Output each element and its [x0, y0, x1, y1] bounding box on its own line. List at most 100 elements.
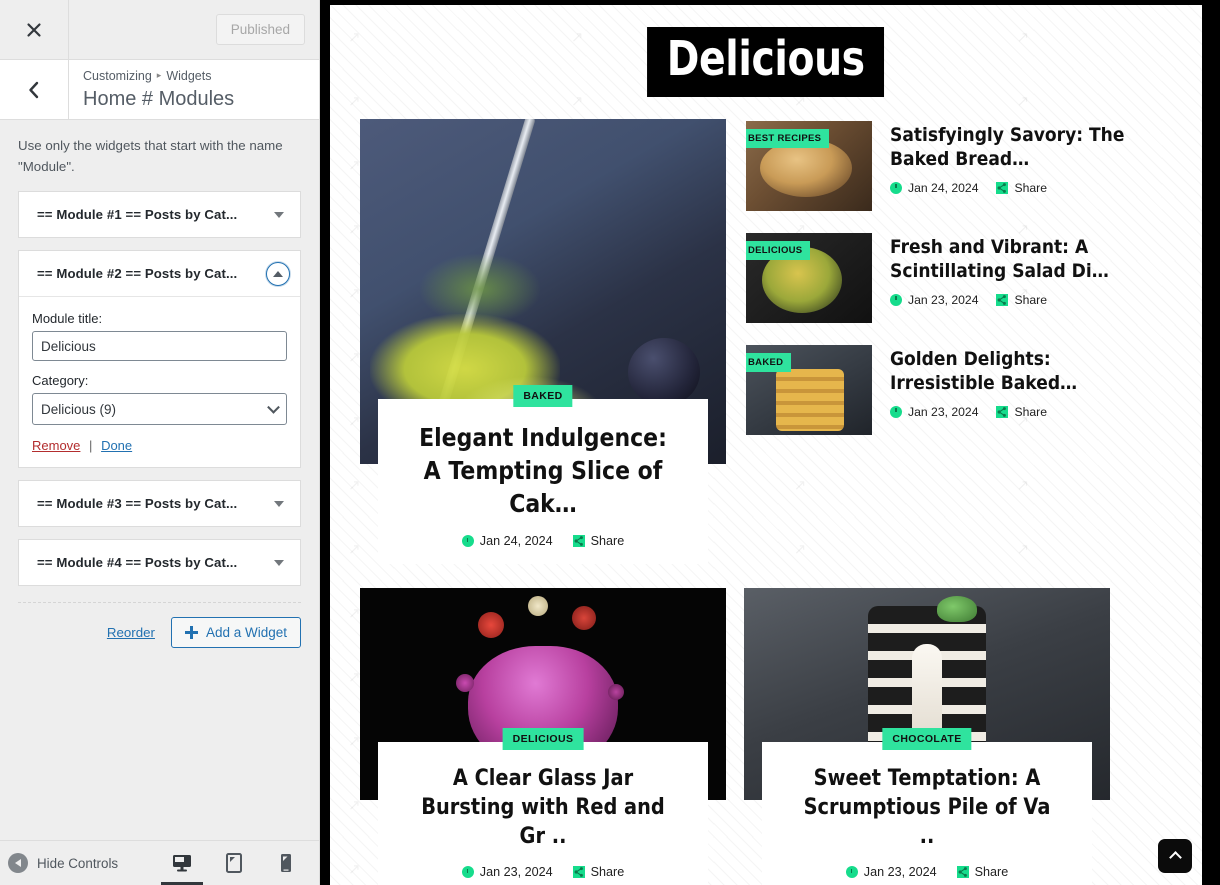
- side-post-date-text: Jan 23, 2024: [908, 404, 979, 419]
- side-post-share-text: Share: [1014, 404, 1048, 419]
- category-select[interactable]: Delicious (9): [32, 393, 287, 426]
- device-preview-switcher: [161, 841, 309, 885]
- side-post-share[interactable]: Share: [996, 405, 1047, 419]
- close-icon[interactable]: [0, 0, 69, 59]
- post-card-badge[interactable]: CHOCOLATE: [882, 728, 972, 750]
- side-post-title[interactable]: Satisfyingly Savory: The Baked Bread…: [890, 123, 1144, 172]
- featured-post-overlay: BAKED Elegant Indulgence: A Tempting Sli…: [378, 385, 708, 564]
- side-post-image: BAKED: [746, 345, 872, 435]
- featured-post-badge[interactable]: BAKED: [513, 385, 573, 407]
- breadcrumb-root[interactable]: Customizing: [83, 67, 152, 86]
- chevron-left-icon[interactable]: [0, 60, 69, 119]
- site-preview[interactable]: ↗ ↗ ↗ ↗ ↗ ↗ ↗ ↗ ↗ ↗ ↗ ↗ ↗ ↗ ↗ ↗ ↗ ↗ ↗ ↗ …: [330, 5, 1202, 885]
- post-card-title[interactable]: Sweet Temptation: A Scrumptious Pile of …: [794, 764, 1060, 851]
- side-post-title[interactable]: Fresh and Vibrant: A Scintillating Salad…: [890, 235, 1144, 284]
- post-card-overlay: DELICIOUS A Clear Glass Jar Bursting wit…: [378, 728, 708, 885]
- side-post-badge[interactable]: DELICIOUS: [746, 241, 811, 260]
- featured-post-title[interactable]: Elegant Indulgence: A Tempting Slice of …: [410, 421, 676, 520]
- side-post-badge[interactable]: BEST RECIPES: [746, 129, 830, 148]
- share-icon: [572, 866, 585, 879]
- featured-post-card[interactable]: BAKED Elegant Indulgence: A Tempting Sli…: [360, 119, 726, 564]
- hide-controls-button[interactable]: Hide Controls: [8, 853, 118, 873]
- post-card-badge[interactable]: DELICIOUS: [502, 728, 584, 750]
- widget-module-4-title: == Module #4 == Posts by Cat...: [37, 555, 238, 571]
- widget-module-3-title: == Module #3 == Posts by Cat...: [37, 496, 238, 512]
- customizer-body: Use only the widgets that start with the…: [0, 120, 319, 840]
- side-post-share-text: Share: [1014, 292, 1048, 307]
- widget-module-2-header[interactable]: == Module #2 == Posts by Cat...: [19, 251, 300, 296]
- list-item[interactable]: DELICIOUS Fresh and Vibrant: A Scintilla…: [746, 233, 1172, 323]
- side-post-title[interactable]: Golden Delights: Irresistible Baked…: [890, 347, 1144, 396]
- breadcrumb-section[interactable]: Widgets: [166, 67, 211, 86]
- module-title-input[interactable]: [32, 331, 287, 362]
- published-button[interactable]: Published: [215, 14, 305, 45]
- category-label: Category:: [32, 373, 89, 389]
- share-icon: [996, 181, 1009, 194]
- post-card-title[interactable]: A Clear Glass Jar Bursting with Red and …: [410, 764, 676, 851]
- featured-post-share[interactable]: Share: [572, 534, 624, 548]
- side-post-text: Satisfyingly Savory: The Baked Bread… Ja…: [890, 121, 1172, 195]
- mobile-preview-icon[interactable]: [271, 841, 301, 885]
- list-item[interactable]: BAKED Golden Delights: Irresistible Bake…: [746, 345, 1172, 435]
- side-post-share-text: Share: [1014, 180, 1048, 195]
- side-post-date: Jan 23, 2024: [890, 293, 978, 307]
- widget-module-4-header[interactable]: == Module #4 == Posts by Cat...: [19, 540, 300, 585]
- scroll-to-top-button[interactable]: [1158, 839, 1192, 873]
- reorder-link[interactable]: Reorder: [107, 625, 155, 640]
- breadcrumb-separator-icon: ▸: [156, 70, 162, 81]
- widget-module-3: == Module #3 == Posts by Cat...: [18, 480, 301, 528]
- widget-module-2-body: Module title: Category: Delicious (9) Re…: [19, 296, 300, 467]
- side-post-share[interactable]: Share: [996, 181, 1047, 195]
- side-post-list: BEST RECIPES Satisfyingly Savory: The Ba…: [746, 119, 1172, 435]
- collapse-arrow-icon: [8, 853, 28, 873]
- bottom-grid: DELICIOUS A Clear Glass Jar Bursting wit…: [360, 588, 1172, 885]
- breadcrumb: Customizing ▸ Widgets: [83, 67, 319, 86]
- chevron-down-icon: [274, 559, 284, 566]
- widget-actions: Remove | Done: [32, 438, 287, 453]
- post-card-share[interactable]: Share: [572, 865, 624, 879]
- side-post-text: Fresh and Vibrant: A Scintillating Salad…: [890, 233, 1172, 307]
- featured-post-meta: Jan 24, 2024 Share: [392, 534, 694, 548]
- widget-footer-actions: Reorder Add a Widget: [18, 602, 301, 649]
- clock-icon: [890, 405, 902, 418]
- widget-module-3-header[interactable]: == Module #3 == Posts by Cat...: [19, 481, 300, 526]
- side-post-badge[interactable]: BAKED: [746, 353, 792, 372]
- widget-module-1: == Module #1 == Posts by Cat...: [18, 191, 301, 239]
- list-item[interactable]: BEST RECIPES Satisfyingly Savory: The Ba…: [746, 121, 1172, 211]
- site-title: Delicious: [647, 27, 885, 97]
- remove-link[interactable]: Remove: [32, 438, 80, 453]
- add-widget-label: Add a Widget: [205, 625, 287, 641]
- customizer-sidebar: Published Customizing ▸ Widgets Home # M…: [0, 0, 320, 885]
- post-card[interactable]: DELICIOUS A Clear Glass Jar Bursting wit…: [360, 588, 726, 885]
- post-card-date: Jan 23, 2024: [461, 865, 553, 879]
- tablet-preview-icon[interactable]: [219, 841, 249, 885]
- share-icon: [572, 535, 585, 547]
- side-post-share[interactable]: Share: [996, 293, 1047, 307]
- chevron-up-icon: [1168, 851, 1182, 864]
- featured-post-date-text: Jan 24, 2024: [479, 534, 553, 548]
- side-post-text: Golden Delights: Irresistible Baked… Jan…: [890, 345, 1172, 419]
- clock-icon: [845, 866, 858, 879]
- side-post-date: Jan 24, 2024: [890, 181, 978, 195]
- post-card-date-text: Jan 23, 2024: [863, 865, 937, 880]
- widget-module-1-header[interactable]: == Module #1 == Posts by Cat...: [19, 192, 300, 237]
- clock-icon: [890, 181, 902, 194]
- chevron-up-icon[interactable]: [266, 261, 290, 286]
- plus-icon: [184, 626, 198, 640]
- side-post-date-text: Jan 24, 2024: [908, 180, 979, 195]
- widget-module-2: == Module #2 == Posts by Cat... Module t…: [18, 250, 301, 469]
- customizer-header: Customizing ▸ Widgets Home # Modules: [0, 60, 319, 120]
- add-widget-button[interactable]: Add a Widget: [170, 617, 301, 649]
- done-link[interactable]: Done: [101, 438, 132, 453]
- site-title-wrap: Delicious: [360, 5, 1172, 97]
- preview-content: Delicious BAKED Elegant Indulgence: A Te…: [330, 5, 1202, 885]
- post-card[interactable]: CHOCOLATE Sweet Temptation: A Scrumptiou…: [744, 588, 1110, 885]
- category-select-wrap: Delicious (9): [32, 393, 287, 426]
- side-post-date-text: Jan 23, 2024: [908, 292, 979, 307]
- share-icon: [996, 293, 1009, 306]
- customizer-topbar: Published: [0, 0, 319, 60]
- topbar-actions: Published: [69, 0, 319, 59]
- post-card-share[interactable]: Share: [956, 865, 1008, 879]
- clock-icon: [461, 866, 474, 879]
- desktop-preview-icon[interactable]: [161, 841, 203, 885]
